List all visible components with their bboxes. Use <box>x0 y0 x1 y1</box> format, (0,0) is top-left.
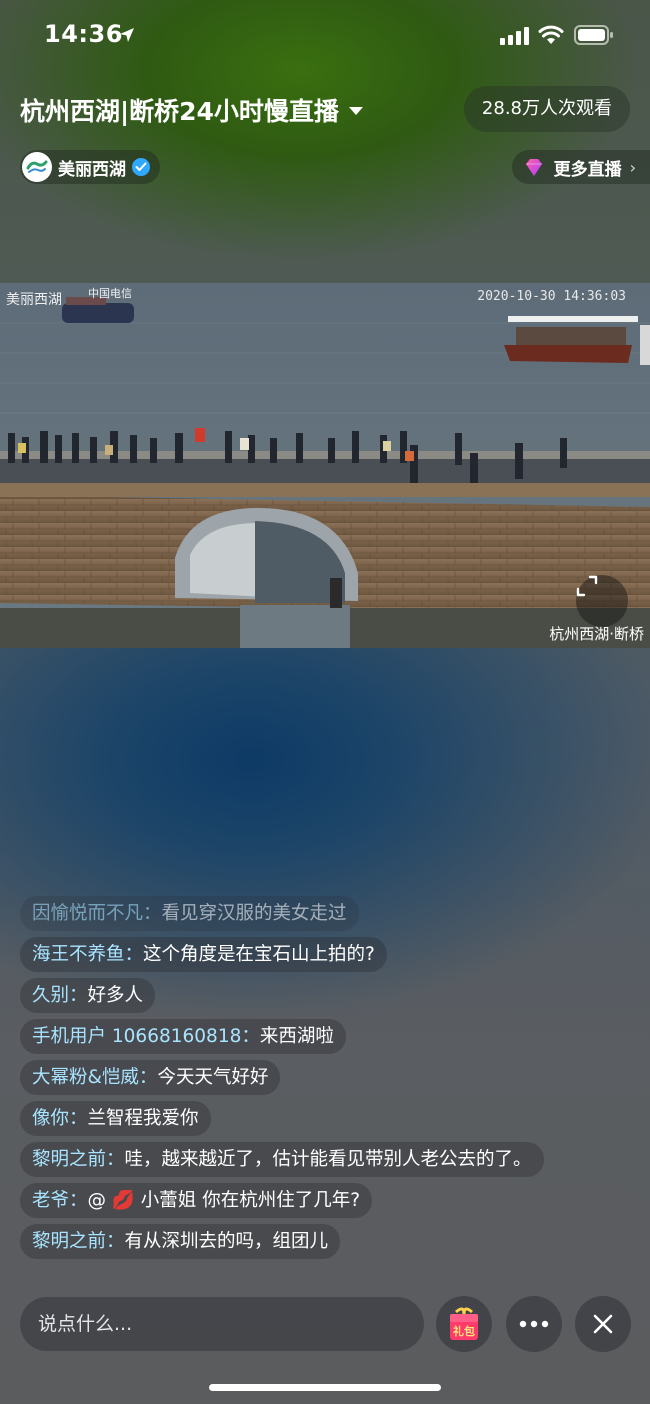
live-gem-icon <box>525 159 542 176</box>
ellipsis-icon <box>519 1320 549 1328</box>
stream-title: 杭州西湖|断桥24小时慢直播 <box>20 97 339 126</box>
cellular-signal-icon <box>500 27 529 45</box>
close-button[interactable] <box>575 1296 631 1352</box>
comment-user[interactable]: 黎明之前： <box>32 1231 125 1252</box>
more-live-label: 更多直播 <box>553 159 622 180</box>
verified-check-icon <box>132 158 150 176</box>
live-video-player[interactable]: 美丽西湖 中国电信 2020-10-30 14:36:03 杭州西湖·断桥 <box>0 283 650 648</box>
status-bar: 14:36 <box>0 0 650 70</box>
comment-text: 这个角度是在宝石山上拍的? <box>143 944 375 965</box>
comment-user[interactable]: 手机用户 10668160818： <box>32 1026 260 1047</box>
comment-text: 有从深圳去的吗，组团儿 <box>124 1231 329 1252</box>
comment-text: 看见穿汉服的美女走过 <box>161 903 347 924</box>
comment-item: 像你：兰智程我爱你 <box>20 1101 211 1136</box>
comment-item: 海王不养鱼：这个角度是在宝石山上拍的? <box>20 937 387 972</box>
channel-avatar <box>22 152 52 182</box>
comment-feed[interactable]: 因愉悦而不凡：看见穿汉服的美女走过 海王不养鱼：这个角度是在宝石山上拍的? 久别… <box>20 896 620 1265</box>
caret-down-icon <box>348 107 363 115</box>
viewer-count-badge: 28.8万人次观看 <box>463 86 630 132</box>
comment-item: 大幂粉&恺威：今天天气好好 <box>20 1060 281 1095</box>
fullscreen-button[interactable] <box>576 575 628 627</box>
wifi-icon <box>538 25 564 44</box>
more-live-button[interactable]: 更多直播 › <box>511 150 650 184</box>
comment-text: 来西湖啦 <box>259 1026 334 1047</box>
comment-item: 黎明之前：哇，越来越近了，估计能看见带别人老公去的了。 <box>20 1142 544 1177</box>
battery-icon <box>574 25 613 45</box>
comment-text: 哇，越来越近了，估计能看见带别人老公去的了。 <box>124 1149 532 1170</box>
comment-user[interactable]: 海王不养鱼： <box>32 944 143 965</box>
channel-logo-icon <box>26 160 48 173</box>
bridge-scene <box>0 283 650 648</box>
comment-user[interactable]: 大幂粉&恺威： <box>32 1067 157 1088</box>
comment-user[interactable]: 因愉悦而不凡： <box>32 903 162 924</box>
comment-item: 因愉悦而不凡：看见穿汉服的美女走过 <box>20 896 359 931</box>
chevron-right-icon: › <box>629 157 636 177</box>
stream-title-dropdown[interactable]: 杭州西湖|断桥24小时慢直播 <box>20 92 363 128</box>
comment-text: 好多人 <box>87 985 144 1006</box>
comment-user[interactable]: 黎明之前： <box>32 1149 125 1170</box>
channel-badge[interactable]: 美丽西湖 <box>20 150 160 184</box>
comment-text: 兰智程我爱你 <box>87 1108 199 1129</box>
comment-text: @ 💋 小蕾姐 你在杭州住了几年? <box>87 1190 361 1211</box>
video-timestamp: 2020-10-30 14:36:03 <box>477 289 626 304</box>
comment-input[interactable]: 说点什么... <box>20 1297 424 1351</box>
more-options-button[interactable] <box>506 1296 562 1352</box>
comment-user[interactable]: 久别： <box>32 985 88 1006</box>
comment-item: 久别：好多人 <box>20 978 156 1013</box>
gift-icon: 礼包 <box>450 1307 478 1340</box>
comment-item: 黎明之前：有从深圳去的吗，组团儿 <box>20 1224 341 1259</box>
home-indicator[interactable] <box>209 1384 441 1391</box>
fullscreen-icon <box>576 575 598 597</box>
comment-user[interactable]: 老爷： <box>32 1190 88 1211</box>
watermark-telecom: 中国电信 <box>88 287 132 300</box>
comment-text: 今天天气好好 <box>157 1067 269 1088</box>
channel-name: 美丽西湖 <box>58 159 126 180</box>
watermark-logo: 美丽西湖 <box>6 292 62 308</box>
location-arrow-icon <box>120 28 134 42</box>
comment-item: 手机用户 10668160818：来西湖啦 <box>20 1019 346 1054</box>
comment-user[interactable]: 像你： <box>32 1108 88 1129</box>
comment-item: 老爷：@ 💋 小蕾姐 你在杭州住了几年? <box>20 1183 373 1218</box>
close-icon <box>593 1314 613 1334</box>
gift-button[interactable]: 礼包 <box>436 1296 492 1352</box>
gift-label: 礼包 <box>453 1324 475 1338</box>
status-time: 14:36 <box>44 20 123 48</box>
